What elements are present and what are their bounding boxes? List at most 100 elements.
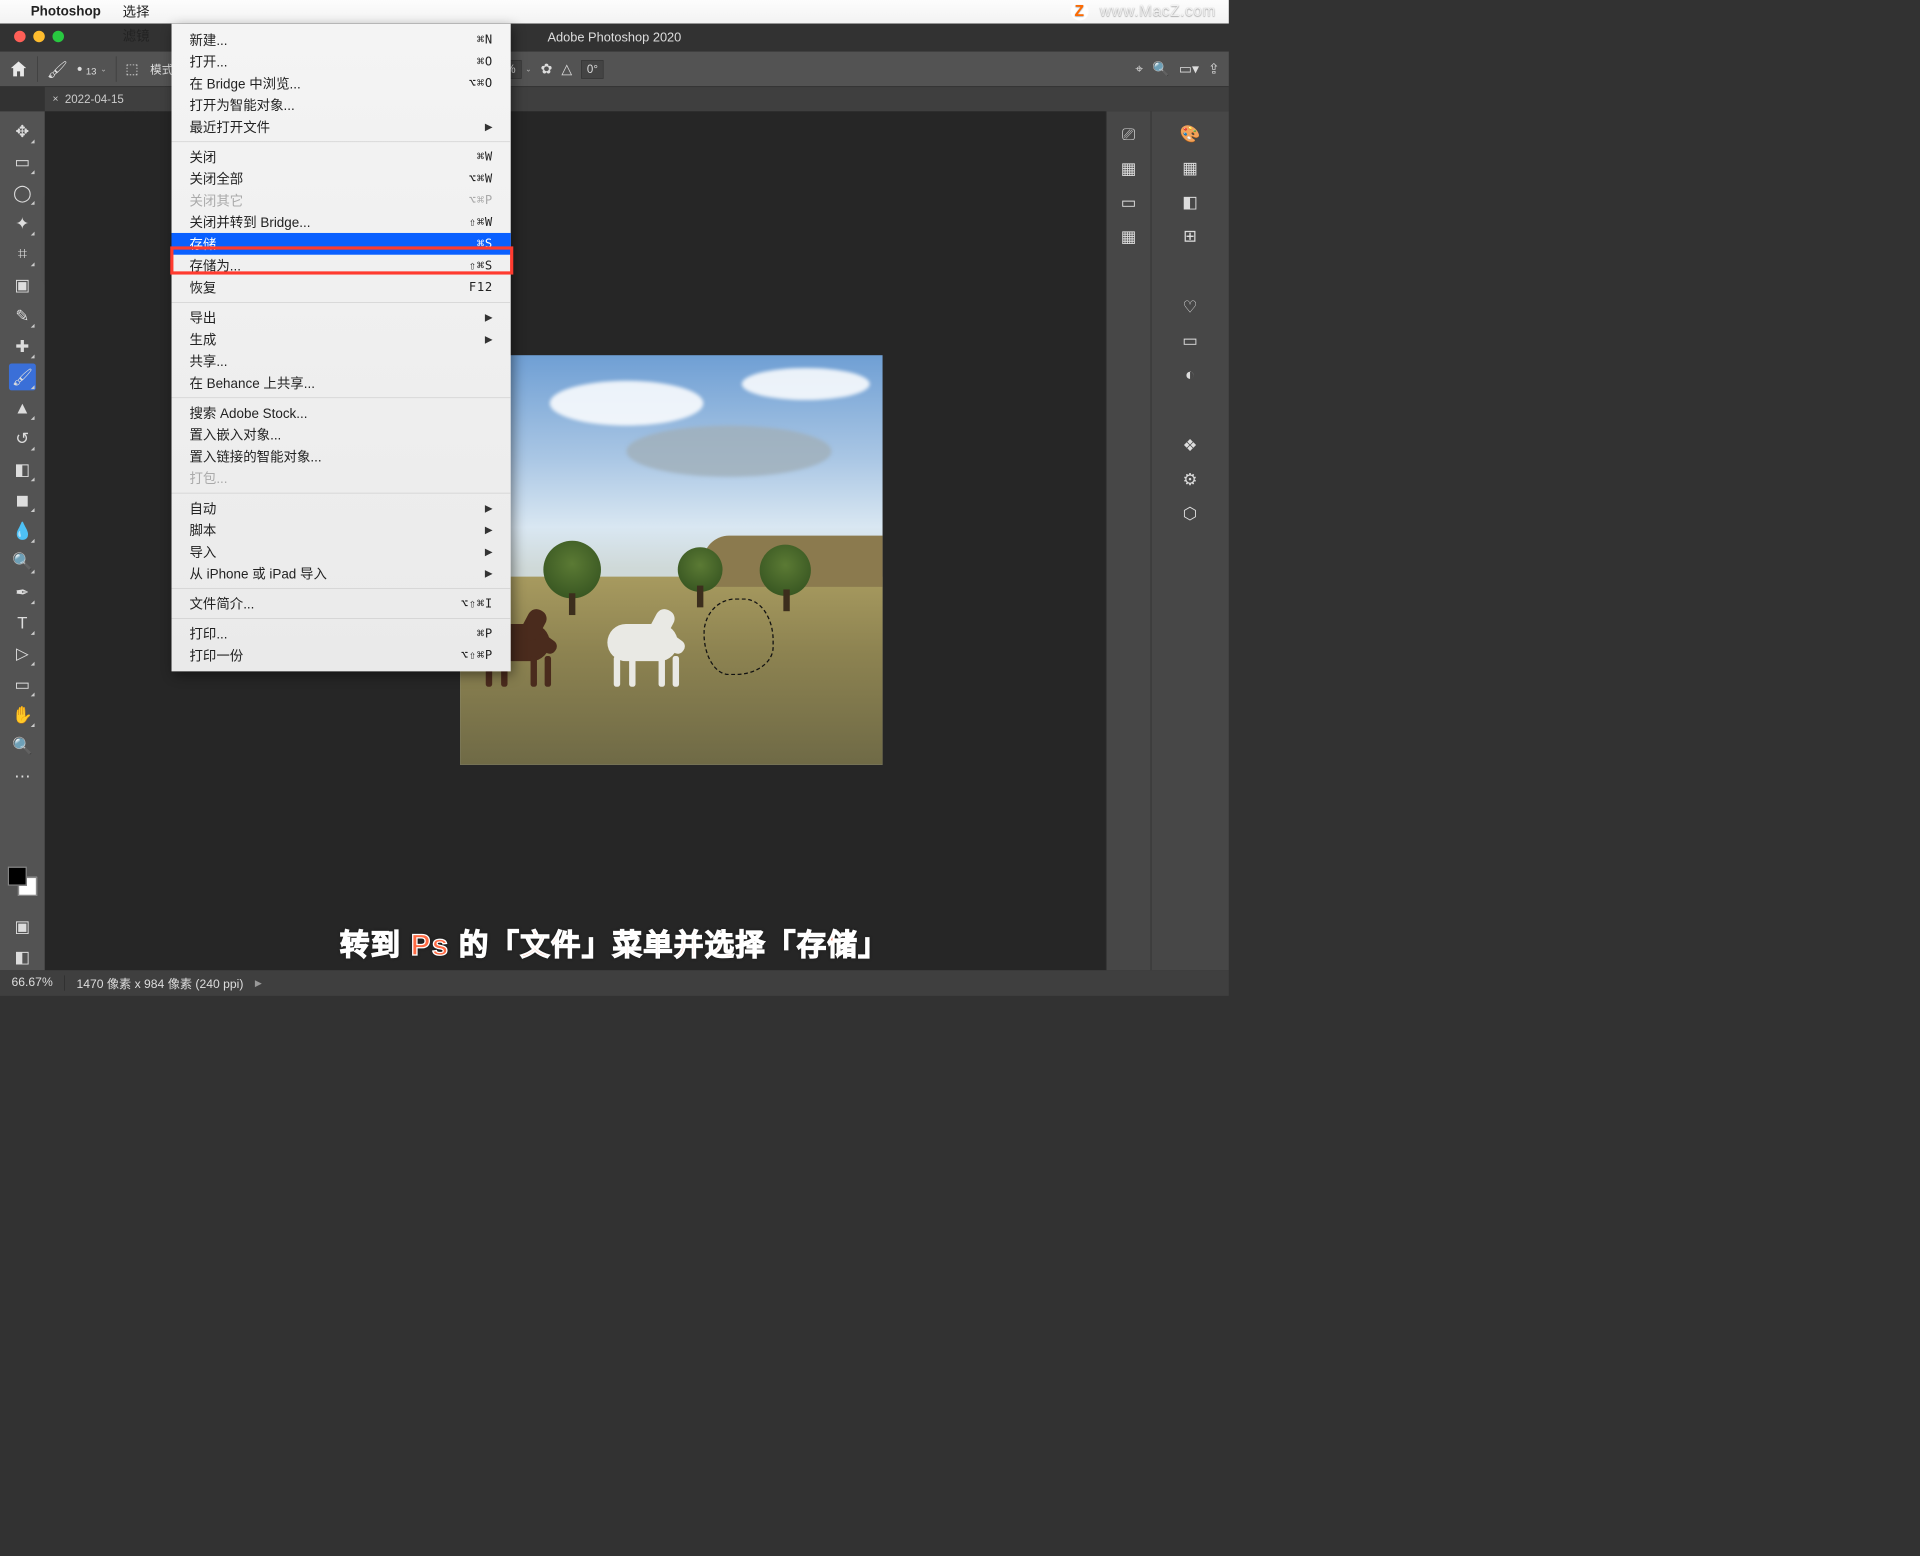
chevron-down-icon[interactable]: ⌄ <box>525 65 531 74</box>
healing-tool[interactable]: ✚ <box>9 333 36 360</box>
move-tool[interactable]: ✥ <box>9 118 36 145</box>
shortcut: ⌘S <box>477 237 493 251</box>
screen-mode[interactable]: ▣ <box>9 913 36 940</box>
quick-select-tool[interactable]: ✦ <box>9 210 36 237</box>
menu-label: 关闭并转到 Bridge... <box>189 212 310 231</box>
close-tab-icon[interactable]: × <box>52 93 58 105</box>
eyedropper-tool[interactable]: ✎ <box>9 302 36 329</box>
brush-tool[interactable]: 🖌 <box>9 364 36 391</box>
menu-item[interactable]: 搜索 Adobe Stock... <box>172 402 511 424</box>
blend-mode-icon[interactable]: ⬚ <box>125 61 138 78</box>
frame-tool[interactable]: ▣ <box>9 271 36 298</box>
shortcut: F12 <box>469 280 493 294</box>
menu-item[interactable]: 关闭⌘W <box>172 146 511 168</box>
menu-item[interactable]: 在 Bridge 中浏览...⌥⌘O <box>172 72 511 94</box>
panel-icon[interactable]: ⚙ <box>1183 470 1198 490</box>
menu-label: 脚本 <box>189 520 216 539</box>
quick-mask[interactable]: ◧ <box>9 943 36 970</box>
blur-tool[interactable]: 💧 <box>9 517 36 544</box>
angle-icon[interactable]: △ <box>561 61 572 78</box>
tab-title[interactable]: 2022-04-15 <box>65 92 124 105</box>
edit-toolbar[interactable]: ⋯ <box>9 763 36 790</box>
symmetry-icon[interactable]: 🔍 <box>1152 61 1170 78</box>
dodge-tool[interactable]: 🔍 <box>9 548 36 575</box>
menu-item[interactable]: 脚本▶ <box>172 519 511 541</box>
menu-separator <box>172 618 511 619</box>
menu-item[interactable]: 打印...⌘P <box>172 623 511 645</box>
menu-item[interactable]: 自动▶ <box>172 497 511 519</box>
path-select-tool[interactable]: ▷ <box>9 640 36 667</box>
menu-item[interactable]: 文件简介...⌥⇧⌘I <box>172 593 511 615</box>
panel-icon[interactable]: ▭ <box>1182 331 1198 351</box>
panel-icon[interactable]: ⎚ <box>1122 124 1135 144</box>
panel-icon[interactable]: ⊞ <box>1183 226 1197 246</box>
divider <box>37 56 38 82</box>
zoom-tool[interactable]: 🔍 <box>9 732 36 759</box>
menu-item[interactable]: 导出▶ <box>172 307 511 329</box>
menu-item[interactable]: 在 Behance 上共享... <box>172 372 511 394</box>
gradient-tool[interactable]: ◼ <box>9 486 36 513</box>
menu-label: 置入链接的智能对象... <box>189 447 321 466</box>
menu-item[interactable]: 最近打开文件▶ <box>172 116 511 138</box>
workspace-icon[interactable]: ▭▾ <box>1179 61 1199 78</box>
history-brush-tool[interactable]: ↺ <box>9 425 36 452</box>
menu-separator <box>172 588 511 589</box>
panel-icon[interactable]: ◧ <box>1182 192 1198 212</box>
panel-icon[interactable]: ♡ <box>1183 297 1198 317</box>
doc-info[interactable]: 1470 像素 x 984 像素 (240 ppi) <box>76 974 243 991</box>
zoom-level[interactable]: 66.67% <box>12 976 53 990</box>
pen-tool[interactable]: ✒ <box>9 579 36 606</box>
menu-选择[interactable]: 选择 <box>114 0 159 23</box>
brush-size[interactable]: ● 13 <box>77 61 97 77</box>
menu-item[interactable]: 置入嵌入对象... <box>172 424 511 446</box>
lasso-tool[interactable]: ◯ <box>9 179 36 206</box>
panel-icon[interactable]: ❖ <box>1183 436 1198 456</box>
angle-value[interactable]: 0° <box>581 60 604 79</box>
menu-item[interactable]: 新建...⌘N <box>172 29 511 51</box>
share-icon[interactable]: ⇪ <box>1208 61 1220 78</box>
hand-tool[interactable]: ✋ <box>9 701 36 728</box>
panel-icon[interactable]: 🎨 <box>1180 124 1201 144</box>
panel-icon[interactable]: ▦ <box>1121 159 1137 179</box>
panel-icon[interactable]: ◐ <box>1185 365 1195 385</box>
color-swatches[interactable] <box>8 867 37 896</box>
home-icon[interactable] <box>9 60 28 79</box>
type-tool[interactable]: T <box>9 609 36 636</box>
shortcut: ⇧⌘W <box>469 215 493 229</box>
stamp-tool[interactable]: ▲ <box>9 394 36 421</box>
menu-item[interactable]: 生成▶ <box>172 328 511 350</box>
eraser-tool[interactable]: ◧ <box>9 456 36 483</box>
gear-icon[interactable]: ✿ <box>541 61 553 78</box>
menu-item[interactable]: 打开为智能对象... <box>172 94 511 116</box>
menu-item[interactable]: 关闭并转到 Bridge... ⇧⌘W <box>172 211 511 233</box>
menu-label: 在 Behance 上共享... <box>189 373 314 392</box>
menu-item[interactable]: 存储 ⌘S <box>172 233 511 255</box>
mode-label: 模式 <box>150 61 173 78</box>
menu-separator <box>172 141 511 142</box>
brush-preset-icon[interactable]: 🖌 <box>47 59 68 79</box>
panel-icon[interactable]: ▭ <box>1121 193 1137 213</box>
pressure-size-icon[interactable]: ⌖ <box>1135 61 1143 78</box>
menu-item[interactable]: 打印一份⌥⇧⌘P <box>172 644 511 666</box>
rectangle-tool[interactable]: ▭ <box>9 671 36 698</box>
menu-label: 存储 <box>189 234 216 253</box>
menu-item[interactable]: 导入▶ <box>172 541 511 563</box>
panel-icon[interactable]: ⬡ <box>1183 504 1198 524</box>
tools-panel: ✥ ▭ ◯ ✦ ⌗ ▣ ✎ ✚ 🖌 ▲ ↺ ◧ ◼ 💧 🔍 ✒ T ▷ ▭ ✋ … <box>0 111 45 970</box>
file-menu-dropdown: 新建...⌘N打开...⌘O在 Bridge 中浏览...⌥⌘O打开为智能对象.… <box>172 24 511 672</box>
menu-label: 打包... <box>189 468 227 487</box>
menu-item[interactable]: 打开...⌘O <box>172 51 511 73</box>
menu-item[interactable]: 存储为...⇧⌘S <box>172 255 511 277</box>
panel-icon[interactable]: ▦ <box>1121 227 1137 247</box>
menu-item[interactable]: 共享... <box>172 350 511 372</box>
menu-item[interactable]: 关闭全部⌥⌘W <box>172 168 511 190</box>
chevron-right-icon[interactable]: ▶ <box>255 978 262 989</box>
foreground-swatch[interactable] <box>8 867 27 886</box>
chevron-down-icon[interactable]: ⌄ <box>100 65 106 74</box>
panel-icon[interactable]: ▦ <box>1182 158 1198 178</box>
menu-item[interactable]: 从 iPhone 或 iPad 导入▶ <box>172 563 511 585</box>
menu-item[interactable]: 置入链接的智能对象... <box>172 445 511 467</box>
crop-tool[interactable]: ⌗ <box>9 241 36 268</box>
marquee-tool[interactable]: ▭ <box>9 148 36 175</box>
menu-item[interactable]: 恢复F12 <box>172 276 511 298</box>
